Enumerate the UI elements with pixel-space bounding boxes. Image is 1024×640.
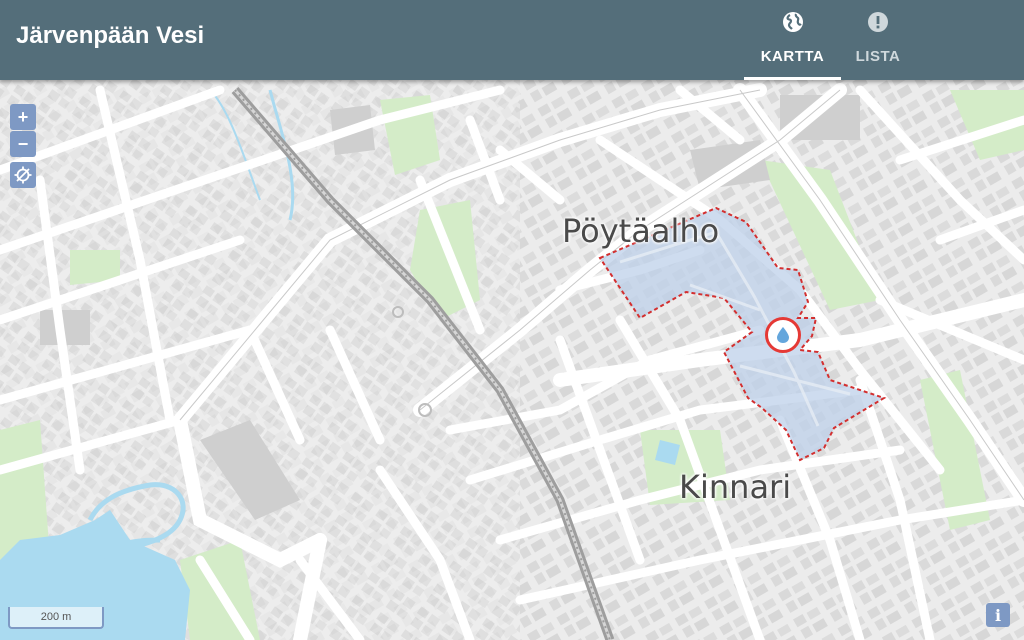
app-header: Järvenpään Vesi KARTTA LISTA	[0, 0, 1024, 80]
tab-map-label: KARTTA	[760, 48, 825, 65]
info-button[interactable]: i	[986, 603, 1010, 627]
water-outage-marker[interactable]	[765, 317, 801, 353]
water-drop-icon	[777, 327, 789, 343]
active-tab-indicator	[744, 77, 841, 80]
tab-list-label: LISTA	[855, 48, 901, 65]
zoom-in-button[interactable]: +	[10, 104, 36, 130]
alert-circle-icon	[868, 12, 888, 32]
tab-list[interactable]: LISTA	[841, 0, 915, 80]
scale-bar: 200 m	[8, 607, 104, 629]
map-canvas[interactable]: Pöytäalho Kinnari	[0, 80, 1024, 640]
zoom-out-button[interactable]: −	[10, 131, 36, 157]
globe-icon	[782, 12, 803, 32]
tab-map[interactable]: KARTTA	[744, 0, 841, 80]
locate-button[interactable]	[10, 162, 36, 188]
place-label-kinnari: Kinnari	[679, 468, 792, 506]
app-title: Järvenpään Vesi	[16, 22, 205, 49]
place-label-poytaalho: Pöytäalho	[562, 212, 720, 250]
locate-icon	[14, 166, 32, 184]
